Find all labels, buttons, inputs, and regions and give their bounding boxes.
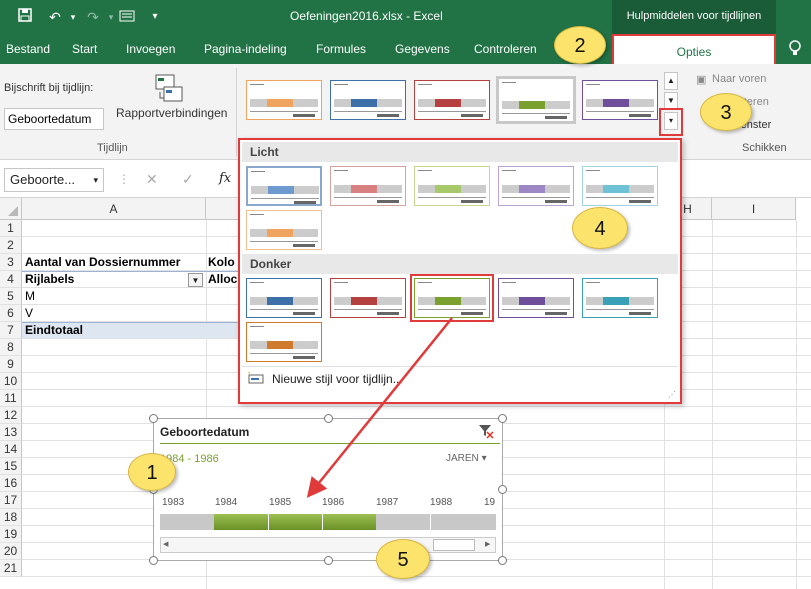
- callout-5: 5: [376, 539, 430, 579]
- callout-1: 1: [128, 453, 176, 491]
- callout-4: 4: [572, 207, 628, 249]
- callout-2: 2: [554, 26, 606, 64]
- pointer-arrow: [306, 317, 453, 498]
- callout-3: 3: [700, 93, 752, 131]
